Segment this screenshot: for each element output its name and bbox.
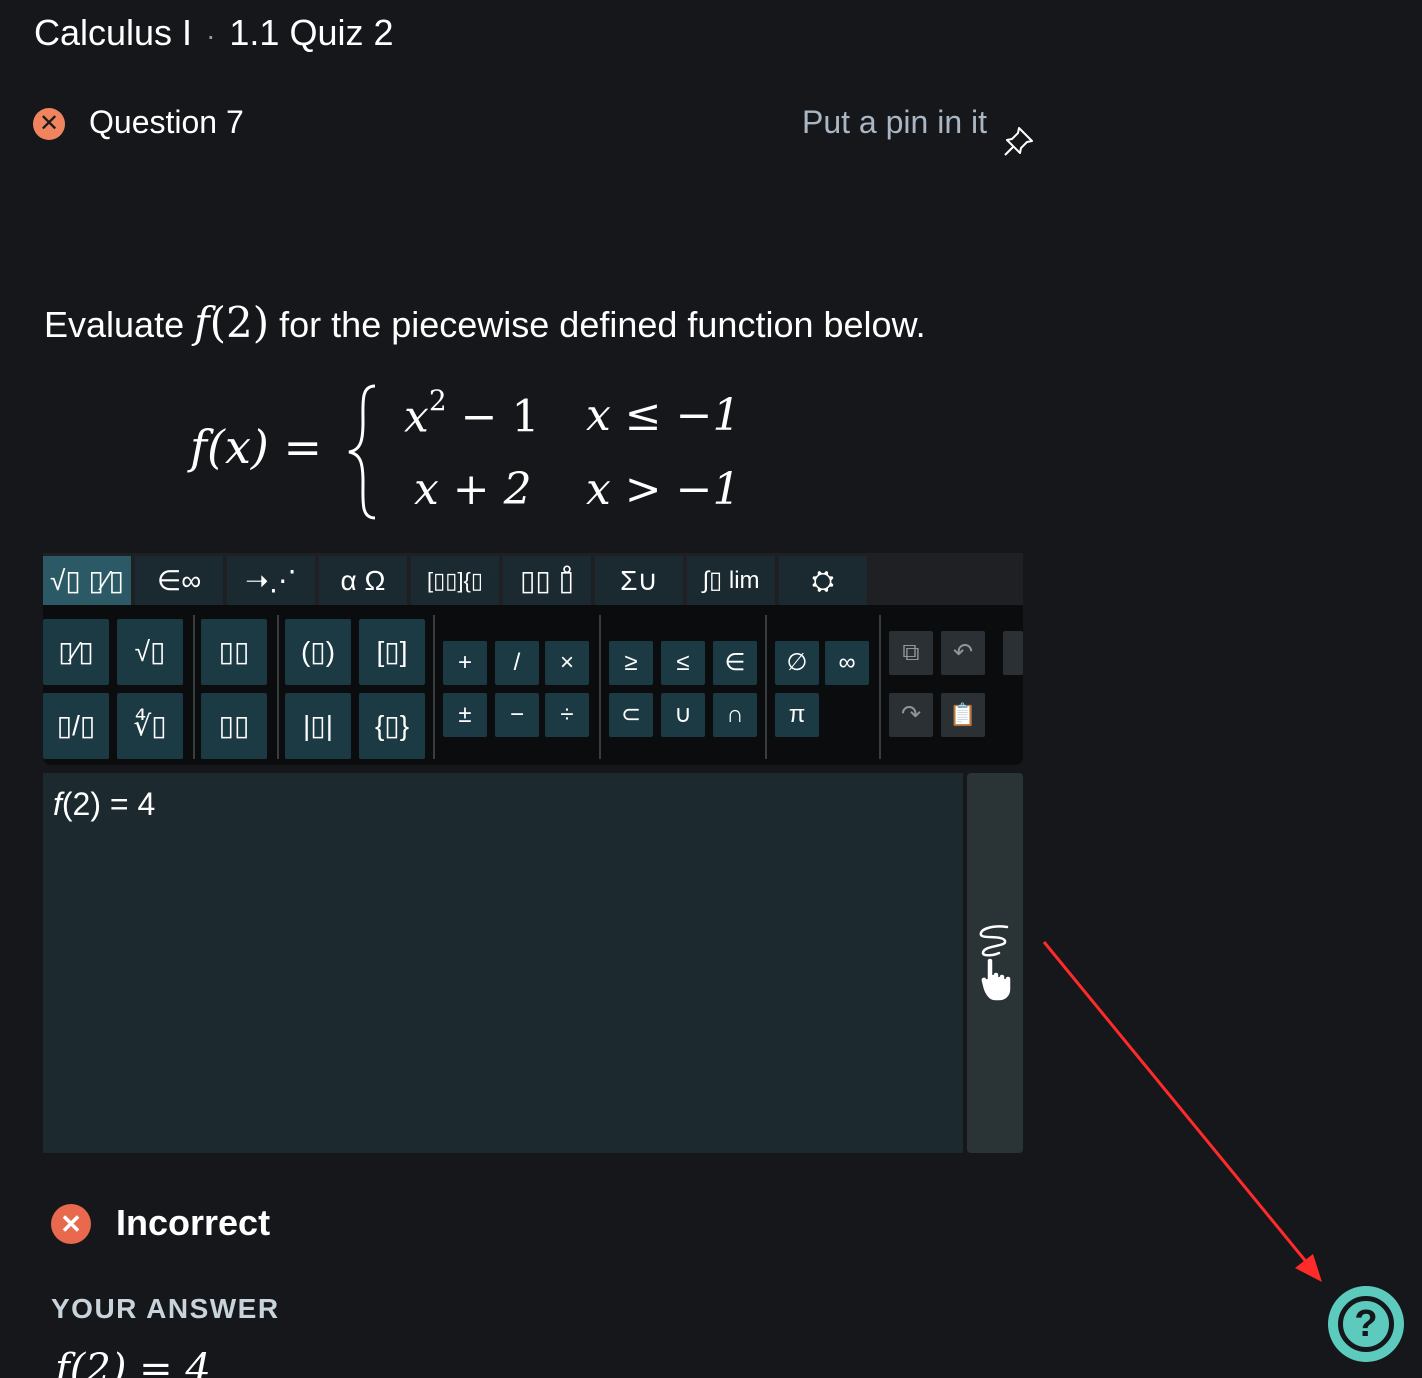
tab-matrices[interactable]: [▯▯]{▯ bbox=[411, 556, 499, 605]
braces-key[interactable]: {▯} bbox=[359, 693, 425, 759]
quiz-title[interactable]: 1.1 Quiz 2 bbox=[229, 12, 393, 53]
plus-key[interactable]: + bbox=[443, 641, 487, 685]
palette-divider bbox=[765, 615, 767, 759]
breadcrumb-separator: · bbox=[206, 20, 216, 51]
slash-key[interactable]: / bbox=[495, 641, 539, 685]
parentheses-key[interactable]: (▯) bbox=[285, 619, 351, 685]
plus-minus-key[interactable]: ± bbox=[443, 693, 487, 737]
sqrt-key[interactable]: √▯ bbox=[117, 619, 183, 685]
your-answer-value: f(2) = 4 bbox=[55, 1346, 211, 1378]
tab-arrows[interactable]: ➝⋰ bbox=[227, 556, 315, 605]
tab-greek[interactable]: α Ω bbox=[319, 556, 407, 605]
times-key[interactable]: × bbox=[545, 641, 589, 685]
palette-overflow[interactable] bbox=[1003, 631, 1023, 675]
tab-scripts[interactable]: ▯▯ ▯̊ bbox=[503, 556, 591, 605]
answer-equals: = bbox=[101, 786, 138, 822]
nth-root-key[interactable]: ∜▯ bbox=[117, 693, 183, 759]
palette-divider bbox=[599, 615, 601, 759]
divide-key[interactable]: ÷ bbox=[545, 693, 589, 737]
piece1-base: x bbox=[404, 391, 429, 443]
redo-key[interactable]: ↷ bbox=[889, 693, 933, 737]
mixed-fraction-key[interactable]: ▯/▯ bbox=[43, 693, 109, 759]
help-button[interactable]: ? bbox=[1328, 1286, 1404, 1362]
superscript-key[interactable]: ▯▯ bbox=[201, 619, 267, 685]
leq-key[interactable]: ≤ bbox=[661, 641, 705, 685]
palette-divider bbox=[277, 615, 279, 759]
piecewise-lhs: f(x) = bbox=[190, 420, 323, 474]
answer-fn: f bbox=[53, 786, 62, 822]
copy-key[interactable]: ⧉ bbox=[889, 631, 933, 675]
element-of-key[interactable]: ∈ bbox=[713, 641, 757, 685]
feedback-status: Incorrect bbox=[116, 1202, 271, 1243]
editor-tab-bar: √▯ ▯⁄▯ ∈∞ ➝⋰ α Ω [▯▯]{▯ ▯▯ ▯̊ Σ∪ ∫▯ lim … bbox=[43, 553, 1023, 605]
handwriting-icon[interactable] bbox=[973, 923, 1019, 1007]
undo-key[interactable]: ↶ bbox=[941, 631, 985, 675]
prompt-arg: (2) bbox=[209, 298, 270, 347]
piece1-rest: − 1 bbox=[446, 391, 540, 443]
question-title: Question 7 bbox=[89, 104, 244, 140]
union-key[interactable]: ∪ bbox=[661, 693, 705, 737]
piece1-expression: x2 − 1 bbox=[404, 384, 540, 443]
answer-arg: (2) bbox=[61, 786, 101, 822]
tab-calculus[interactable]: ∫▯ lim bbox=[687, 556, 775, 605]
subscript-key[interactable]: ▯▯ bbox=[201, 693, 267, 759]
piece2-condition: x > −1 bbox=[586, 464, 741, 515]
question-mark-icon: ? bbox=[1338, 1296, 1394, 1352]
geq-key[interactable]: ≥ bbox=[609, 641, 653, 685]
editor-palette: ▯⁄▯ √▯ ▯▯ (▯) [▯] ▯/▯ ∜▯ ▯▯ |▯| {▯} + / … bbox=[43, 605, 1023, 765]
fraction-key[interactable]: ▯⁄▯ bbox=[43, 619, 109, 685]
minus-key[interactable]: − bbox=[495, 693, 539, 737]
tab-settings[interactable]: ⛭ bbox=[779, 556, 867, 605]
palette-divider bbox=[879, 615, 881, 759]
breadcrumb: Calculus I · 1.1 Quiz 2 bbox=[34, 12, 393, 54]
left-brace-icon bbox=[348, 384, 376, 520]
empty-set-key[interactable]: ∅ bbox=[775, 641, 819, 685]
question-prompt: Evaluate f(2) for the piecewise defined … bbox=[44, 298, 926, 347]
piece2-expression: x + 2 bbox=[414, 464, 532, 515]
tab-roots-fractions[interactable]: √▯ ▯⁄▯ bbox=[43, 556, 131, 605]
palette-divider bbox=[433, 615, 435, 759]
intersection-key[interactable]: ∩ bbox=[713, 693, 757, 737]
prompt-fn: f bbox=[194, 298, 210, 347]
handwriting-panel[interactable] bbox=[967, 773, 1023, 1153]
your-answer-label: YOUR ANSWER bbox=[51, 1293, 280, 1324]
piece1-exponent: 2 bbox=[428, 384, 447, 417]
prompt-text-after: for the piecewise defined function below… bbox=[269, 304, 926, 345]
pushpin-icon[interactable] bbox=[1002, 124, 1036, 158]
pin-button-label[interactable]: Put a pin in it bbox=[802, 104, 987, 141]
x-circle-icon: ✕ bbox=[51, 1204, 91, 1244]
paste-key[interactable]: 📋 bbox=[941, 693, 985, 737]
subset-key[interactable]: ⊂ bbox=[609, 693, 653, 737]
palette-divider bbox=[193, 615, 195, 759]
answer-input[interactable] bbox=[43, 773, 963, 1153]
prompt-text-before: Evaluate bbox=[44, 304, 195, 345]
brackets-key[interactable]: [▯] bbox=[359, 619, 425, 685]
answer-value: 4 bbox=[137, 786, 156, 822]
infinity-key[interactable]: ∞ bbox=[825, 641, 869, 685]
absolute-value-key[interactable]: |▯| bbox=[285, 693, 351, 759]
tab-sets-infinity[interactable]: ∈∞ bbox=[135, 556, 223, 605]
pi-key[interactable]: π bbox=[775, 693, 819, 737]
course-title[interactable]: Calculus I bbox=[34, 12, 192, 53]
tab-sums[interactable]: Σ∪ bbox=[595, 556, 683, 605]
x-circle-icon: ✕ bbox=[33, 108, 65, 140]
answer-input-value[interactable]: f(2) = 4 bbox=[53, 786, 155, 823]
piece1-condition: x ≤ −1 bbox=[586, 390, 741, 441]
